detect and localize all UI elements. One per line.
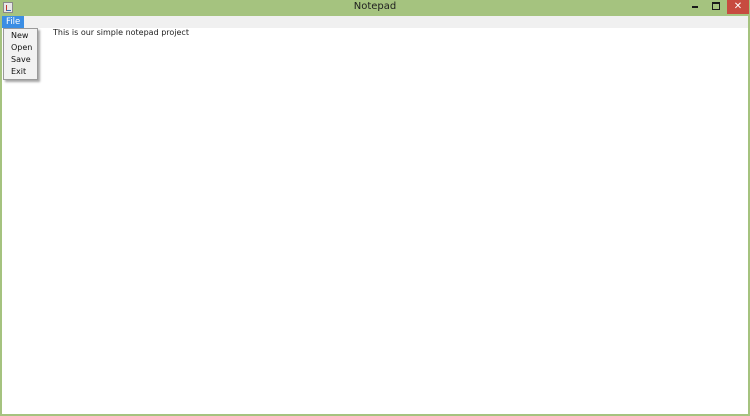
notepad-window: Notepad ✕ File This is our simple notepa… xyxy=(0,0,750,416)
window-title: Notepad xyxy=(353,1,397,12)
editor-text: This is our simple notepad project xyxy=(53,28,189,37)
menu-bar: File xyxy=(2,16,748,28)
close-button[interactable]: ✕ xyxy=(727,0,749,14)
file-dropdown-menu: New Open Save Exit xyxy=(3,28,38,80)
maximize-button[interactable] xyxy=(705,0,727,14)
menu-item-save[interactable]: Save xyxy=(4,54,37,66)
minimize-button[interactable] xyxy=(684,0,706,14)
menu-item-new[interactable]: New xyxy=(4,30,37,42)
minimize-icon xyxy=(692,6,698,8)
title-bar[interactable]: Notepad ✕ xyxy=(0,0,750,16)
text-area[interactable]: This is our simple notepad project xyxy=(2,28,748,414)
menu-item-exit[interactable]: Exit xyxy=(4,66,37,78)
close-icon: ✕ xyxy=(733,1,743,12)
maximize-icon xyxy=(712,1,720,10)
menu-file[interactable]: File xyxy=(2,16,25,28)
menu-item-open[interactable]: Open xyxy=(4,42,37,54)
